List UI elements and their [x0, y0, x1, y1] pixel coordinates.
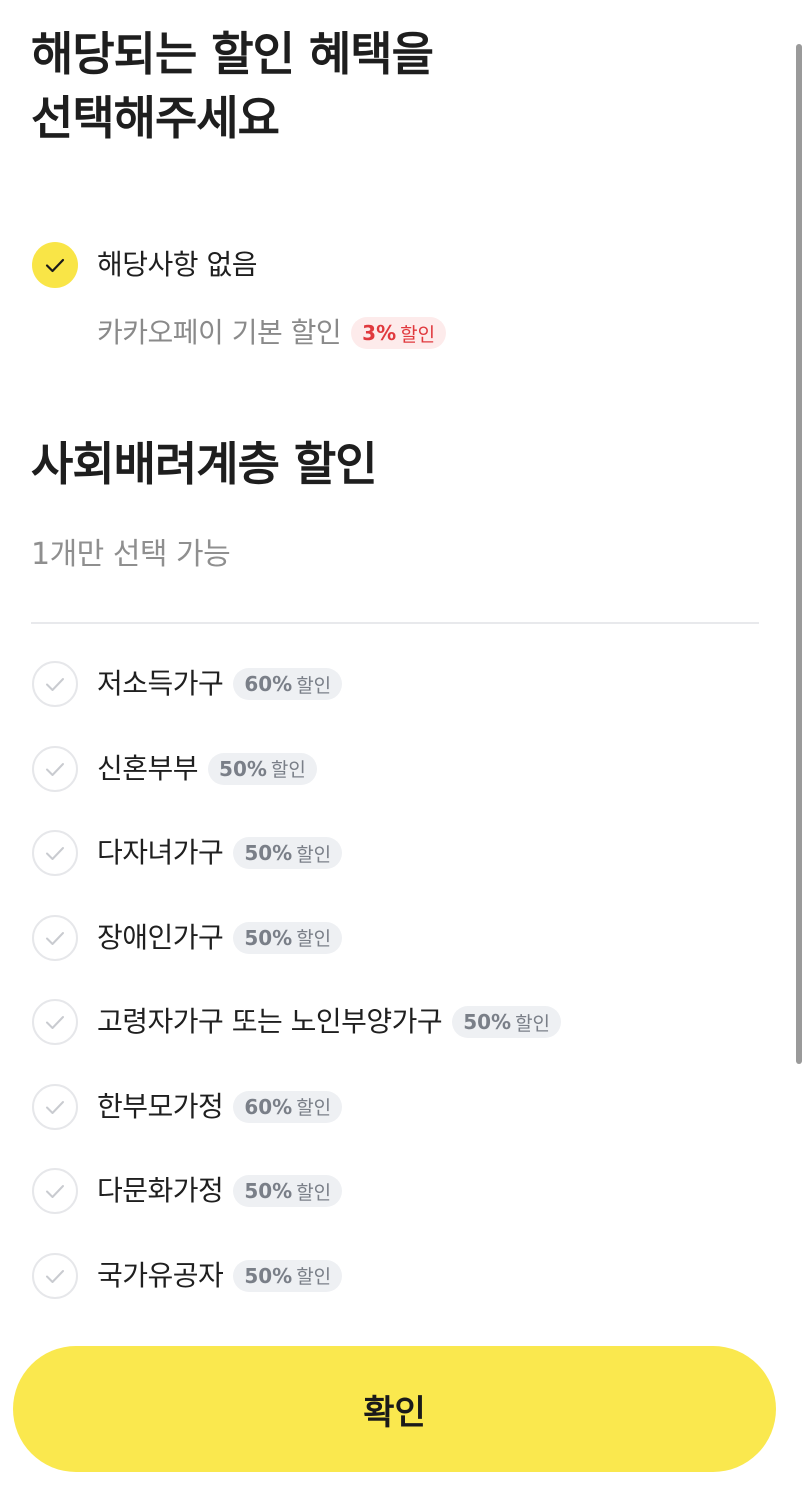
- option-line: 장애인가구 50% 할인: [97, 918, 343, 958]
- discount-badge-word: 할인: [296, 674, 332, 697]
- discount-badge-percent: 60%: [244, 672, 293, 696]
- option-line: 국가유공자 50% 할인: [97, 1256, 343, 1296]
- discount-badge-word: 할인: [296, 843, 332, 866]
- discount-selection-page: 해당되는 할인 혜택을 선택해주세요 해당사항 없음 카카오페이 기본 할인 3…: [0, 0, 806, 1488]
- discount-badge: 50% 할인: [233, 1175, 343, 1207]
- discount-badge-percent: 50%: [244, 1179, 293, 1203]
- check-icon: [46, 1269, 64, 1283]
- check-icon: [46, 762, 64, 776]
- list-item[interactable]: 장애인가구 50% 할인: [0, 895, 806, 980]
- discount-badge-word: 할인: [400, 323, 436, 346]
- option-line: 한부모가정 60% 할인: [97, 1087, 343, 1127]
- confirm-button[interactable]: 확인: [13, 1346, 776, 1472]
- check-icon: [45, 258, 65, 273]
- option-label[interactable]: 한부모가정: [97, 1087, 224, 1127]
- discount-badge-percent: 50%: [244, 841, 293, 865]
- list-item[interactable]: 저소득가구 60% 할인: [0, 641, 806, 726]
- option-line: 신혼부부 50% 할인: [97, 749, 317, 789]
- option-line: 다문화가정 50% 할인: [97, 1171, 343, 1211]
- option-line: 다자녀가구 50% 할인: [97, 833, 343, 873]
- page-title: 해당되는 할인 혜택을 선택해주세요: [31, 22, 434, 150]
- option-label[interactable]: 다문화가정: [97, 1171, 224, 1211]
- no-discount-radio[interactable]: [32, 242, 78, 288]
- discount-badge: 50% 할인: [233, 837, 343, 869]
- discount-badge: 50% 할인: [452, 1006, 562, 1038]
- option-label[interactable]: 국가유공자: [97, 1256, 224, 1296]
- discount-badge-word: 할인: [296, 928, 332, 950]
- option-radio[interactable]: [32, 1252, 78, 1299]
- default-discount-label: 카카오페이 기본 할인: [97, 316, 342, 349]
- discount-badge-word: 할인: [270, 759, 306, 781]
- option-radio[interactable]: [32, 914, 78, 961]
- option-line: 저소득가구 60% 할인: [97, 664, 343, 704]
- option-label[interactable]: 저소득가구: [97, 664, 224, 704]
- list-item[interactable]: 국가유공자 50% 할인: [0, 1233, 806, 1318]
- discount-option-list: 저소득가구 60% 할인 신혼부부 50% 할인 다자녀가구 50% 할인 장애인가구 50% 할인 고…: [0, 641, 806, 1317]
- discount-badge: 50% 할인: [208, 752, 317, 785]
- list-item[interactable]: 고령자가구 또는 노인부양가구 50% 할인: [0, 979, 806, 1064]
- page-title-line-1: 해당되는 할인 혜택을: [31, 27, 434, 81]
- list-item[interactable]: 한부모가정 60% 할인: [0, 1064, 806, 1149]
- option-radio[interactable]: [32, 745, 78, 792]
- check-icon: [46, 678, 64, 691]
- option-label[interactable]: 다자녀가구: [97, 833, 224, 873]
- option-label[interactable]: 신혼부부: [97, 749, 199, 789]
- discount-badge-percent: 50%: [244, 925, 293, 950]
- option-radio[interactable]: [32, 1168, 78, 1214]
- no-discount-label[interactable]: 해당사항 없음: [97, 245, 257, 285]
- check-icon: [46, 1100, 64, 1114]
- discount-badge: 60% 할인: [233, 668, 343, 700]
- page-title-line-2: 선택해주세요: [31, 91, 280, 145]
- discount-badge-percent: 50%: [244, 1263, 293, 1288]
- discount-badge-word: 할인: [515, 1012, 551, 1035]
- check-icon: [46, 1185, 64, 1198]
- check-icon: [46, 931, 64, 945]
- section-subtitle: 1개만 선택 가능: [31, 537, 231, 572]
- section-title: 사회배려계층 할인: [31, 437, 378, 491]
- discount-badge: 50% 할인: [233, 1259, 343, 1292]
- default-discount-info: 카카오페이 기본 할인 3% 할인: [97, 313, 447, 353]
- discount-badge: 3% 할인: [351, 317, 447, 349]
- discount-badge-word: 할인: [296, 1097, 332, 1119]
- discount-badge-percent: 60%: [244, 1094, 293, 1119]
- option-label[interactable]: 장애인가구: [97, 918, 224, 958]
- check-icon: [46, 1016, 64, 1029]
- list-item[interactable]: 다자녀가구 50% 할인: [0, 810, 806, 895]
- option-radio[interactable]: [32, 999, 78, 1045]
- option-line: 고령자가구 또는 노인부양가구 50% 할인: [97, 1002, 562, 1042]
- discount-badge-percent: 50%: [463, 1010, 512, 1034]
- divider: [31, 622, 759, 624]
- discount-badge-percent: 3%: [362, 321, 397, 345]
- discount-badge: 50% 할인: [233, 921, 343, 954]
- option-radio[interactable]: [32, 1083, 78, 1130]
- option-radio[interactable]: [32, 661, 78, 707]
- discount-badge-word: 할인: [296, 1181, 332, 1204]
- list-item[interactable]: 다문화가정 50% 할인: [0, 1148, 806, 1233]
- discount-badge-percent: 50%: [219, 756, 267, 781]
- discount-badge-word: 할인: [296, 1266, 332, 1288]
- option-label[interactable]: 고령자가구 또는 노인부양가구: [97, 1002, 443, 1042]
- list-item[interactable]: 신혼부부 50% 할인: [0, 726, 806, 811]
- discount-badge: 60% 할인: [233, 1090, 343, 1123]
- check-icon: [46, 847, 64, 860]
- option-radio[interactable]: [32, 830, 78, 876]
